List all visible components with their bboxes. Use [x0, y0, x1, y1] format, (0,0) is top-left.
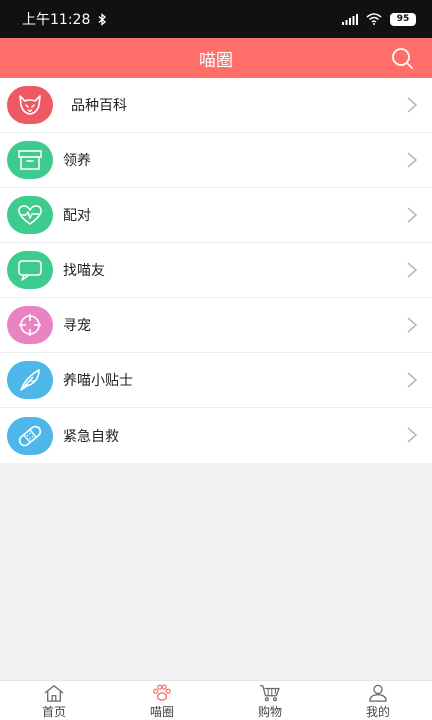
list-item-label: 配对 — [63, 208, 91, 224]
list-item-label: 紧急自救 — [63, 428, 119, 445]
tab-shopping[interactable]: 购物 — [216, 681, 324, 720]
chevron-right-icon — [407, 207, 418, 223]
search-icon[interactable] — [390, 46, 414, 70]
tab-label: 购物 — [257, 705, 282, 719]
status-bar: 上午11:28 95 — [0, 0, 432, 38]
bluetooth-icon — [98, 12, 107, 26]
feather-icon — [7, 361, 53, 399]
list-item-label: 品种百科 — [71, 98, 127, 114]
box-icon — [7, 141, 53, 179]
tab-label: 喵圈 — [149, 705, 174, 719]
bottom-tab-bar: 首页 喵圈 购物 我的 — [0, 680, 432, 720]
app-header: 喵圈 — [0, 38, 432, 78]
chevron-right-icon — [407, 372, 418, 388]
list-item-emergency-self-rescue[interactable]: 紧急自救 — [0, 408, 432, 463]
heartbeat-icon — [7, 196, 53, 234]
fox-face-icon — [7, 86, 53, 124]
list-item-breed-encyclopedia[interactable]: 品种百科 — [0, 78, 432, 133]
paw-icon — [153, 684, 171, 701]
tab-home[interactable]: 首页 — [0, 681, 108, 720]
status-time: 上午11:28 — [22, 12, 91, 28]
chevron-right-icon — [407, 97, 418, 113]
wifi-icon — [366, 13, 382, 25]
list-item-label: 找喵友 — [63, 263, 105, 279]
crosshair-icon — [7, 306, 53, 344]
chevron-right-icon — [407, 262, 418, 278]
chevron-right-icon — [407, 317, 418, 333]
chat-bubble-icon — [7, 251, 53, 289]
page-title: 喵圈 — [199, 50, 233, 71]
list-item-adoption[interactable]: 领养 — [0, 133, 432, 188]
chevron-right-icon — [407, 427, 418, 443]
tab-label: 首页 — [41, 705, 66, 719]
list-item-label: 寻宠 — [63, 318, 91, 334]
list-item-find-cat-friends[interactable]: 找喵友 — [0, 243, 432, 298]
menu-list: 品种百科 领养 配对 找喵友 寻宠 养喵小贴士 紧急自救 — [0, 78, 432, 463]
cart-icon — [260, 685, 280, 702]
tab-mine[interactable]: 我的 — [324, 681, 432, 720]
bandage-icon — [7, 416, 53, 455]
list-item-pairing[interactable]: 配对 — [0, 188, 432, 243]
list-item-find-pet[interactable]: 寻宠 — [0, 298, 432, 353]
list-item-label: 养喵小贴士 — [63, 373, 133, 389]
signal-icon — [342, 13, 358, 25]
list-item-label: 领养 — [63, 153, 91, 169]
person-icon — [369, 684, 387, 702]
tab-cat-circle[interactable]: 喵圈 — [108, 681, 216, 720]
tab-label: 我的 — [365, 705, 390, 719]
chevron-right-icon — [407, 152, 418, 168]
battery-indicator: 95 — [390, 12, 416, 26]
house-icon — [44, 685, 64, 702]
list-item-cat-care-tips[interactable]: 养喵小贴士 — [0, 353, 432, 408]
